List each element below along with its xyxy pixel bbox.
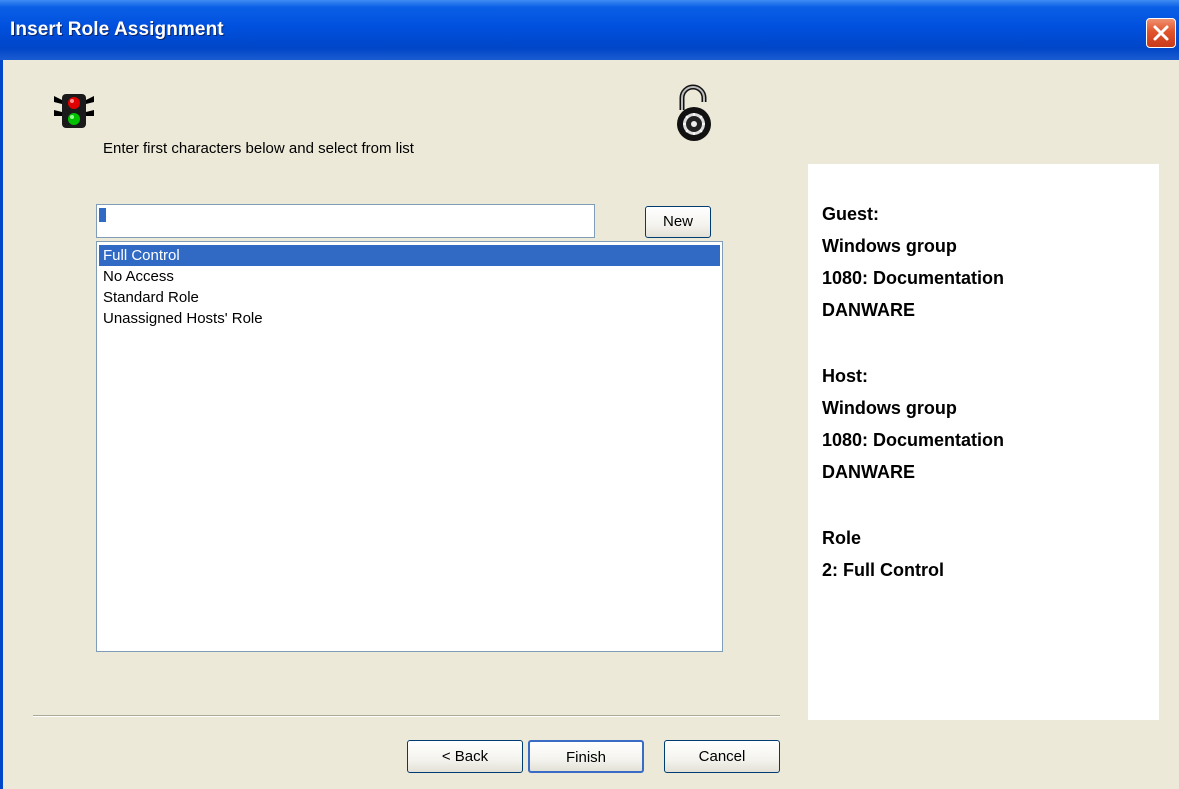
finish-button[interactable]: Finish [528, 740, 644, 773]
guest-heading: Guest: [822, 204, 880, 224]
guest-domain: DANWARE [822, 300, 915, 320]
back-button[interactable]: < Back [407, 740, 523, 773]
host-type: Windows group [822, 398, 957, 418]
divider [33, 715, 780, 717]
summary-panel: Guest: Windows group 1080: Documentation… [808, 164, 1159, 720]
close-icon [1153, 25, 1169, 41]
title-bar[interactable]: Insert Role Assignment [0, 0, 1179, 60]
role-value: 2: Full Control [822, 560, 944, 580]
padlock-icon [672, 84, 716, 144]
search-input[interactable] [96, 204, 595, 238]
close-button[interactable] [1146, 18, 1176, 48]
new-button[interactable]: New [645, 206, 711, 238]
window-title: Insert Role Assignment [10, 19, 224, 40]
host-id: 1080: Documentation [822, 430, 1005, 450]
cancel-button[interactable]: Cancel [664, 740, 780, 773]
host-domain: DANWARE [822, 462, 915, 482]
instruction-text: Enter first characters below and select … [103, 140, 414, 157]
role-list[interactable]: Full Control No Access Standard Role Una… [96, 241, 723, 652]
list-item[interactable]: No Access [99, 266, 720, 287]
dialog-window: Insert Role Assignment Enter first chara… [0, 0, 1179, 789]
role-heading: Role [822, 528, 862, 548]
list-item[interactable]: Standard Role [99, 287, 720, 308]
host-heading: Host: [822, 366, 868, 386]
traffic-light-icon [52, 90, 96, 134]
text-caret [99, 208, 106, 222]
guest-id: 1080: Documentation [822, 268, 1005, 288]
list-item[interactable]: Full Control [99, 245, 720, 266]
guest-type: Windows group [822, 236, 957, 256]
window-border [0, 60, 3, 789]
list-item[interactable]: Unassigned Hosts' Role [99, 308, 720, 329]
